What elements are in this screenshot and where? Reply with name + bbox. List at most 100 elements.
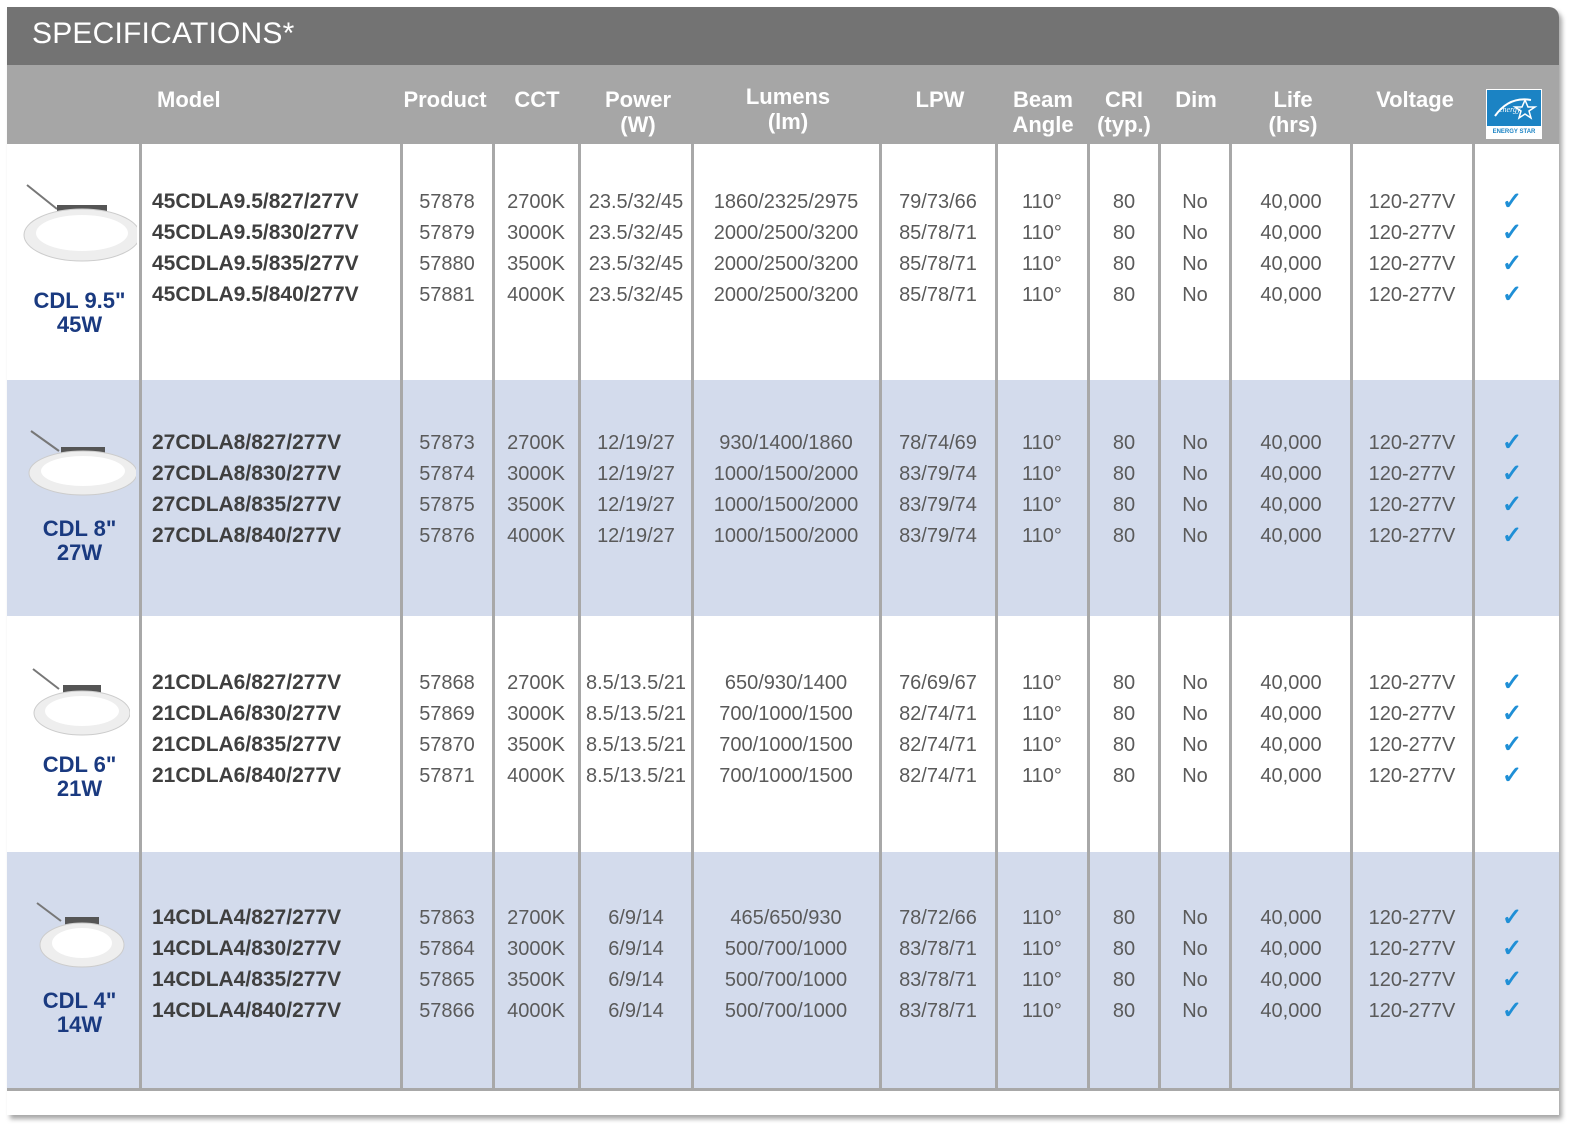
cell-model: 14CDLA4/840/277V xyxy=(152,999,342,1022)
cell-life: 40,000 xyxy=(1260,703,1322,725)
cell-life: 40,000 xyxy=(1260,253,1322,275)
cell-product: 57874 xyxy=(419,463,475,485)
cell-lumens: 1860/2325/2975 xyxy=(713,191,859,213)
cell-cct: 4000K xyxy=(507,525,565,547)
cell-cri: 80 xyxy=(1112,907,1136,929)
title-bar: SPECIFICATIONS* xyxy=(7,7,1559,65)
cell-life: 40,000 xyxy=(1260,672,1322,694)
cell-voltage: 120-277V xyxy=(1368,672,1456,694)
cell-lumens: 700/1000/1500 xyxy=(719,703,853,725)
cell-voltage: 120-277V xyxy=(1368,284,1456,306)
cell-dim: No xyxy=(1182,463,1208,485)
cell-life: 40,000 xyxy=(1260,494,1322,516)
product-size: CDL 9.5" xyxy=(33,288,126,313)
cell-beam: 110° xyxy=(1022,284,1062,306)
product-size: CDL 6" xyxy=(42,752,117,777)
header-life-line1: Life xyxy=(1273,87,1313,112)
cell-beam: 110° xyxy=(1022,969,1062,991)
header-cri-line1: CRI xyxy=(1105,87,1143,112)
cell-voltage: 120-277V xyxy=(1368,938,1456,960)
header-dim: Dim xyxy=(1175,87,1217,112)
cell-dim: No xyxy=(1182,969,1208,991)
cell-beam: 110° xyxy=(1022,938,1062,960)
header-cri-line2: (typ.) xyxy=(1097,112,1151,137)
product-size: CDL 8" xyxy=(42,516,117,541)
cell-power: 12/19/27 xyxy=(597,463,675,485)
column-divider xyxy=(139,144,142,1090)
cell-cri: 80 xyxy=(1112,253,1136,275)
cell-lumens: 500/700/1000 xyxy=(724,969,848,991)
cell-cri: 80 xyxy=(1112,969,1136,991)
cell-cri: 80 xyxy=(1112,938,1136,960)
cell-beam: 110° xyxy=(1022,765,1062,787)
cell-cct: 3000K xyxy=(507,703,565,725)
header-life-line2: (hrs) xyxy=(1268,112,1318,137)
cell-lpw: 82/74/71 xyxy=(899,734,977,756)
cell-product: 57868 xyxy=(419,672,475,694)
cell-voltage: 120-277V xyxy=(1368,907,1456,929)
energy-star-check-icon: ✓ xyxy=(1501,250,1523,277)
cell-lpw: 83/78/71 xyxy=(899,969,977,991)
cell-power: 8.5/13.5/21 xyxy=(585,672,687,694)
product-wattage: 21W xyxy=(56,776,103,801)
energy-star-logo: energy ENERGY STAR xyxy=(1486,89,1542,139)
cell-power: 8.5/13.5/21 xyxy=(585,734,687,756)
cell-life: 40,000 xyxy=(1260,191,1322,213)
cell-cri: 80 xyxy=(1112,525,1136,547)
cell-cri: 80 xyxy=(1112,463,1136,485)
cell-cct: 3500K xyxy=(507,734,565,756)
cell-power: 8.5/13.5/21 xyxy=(585,765,687,787)
cell-dim: No xyxy=(1182,734,1208,756)
cell-dim: No xyxy=(1182,494,1208,516)
header-life: Life (hrs) xyxy=(1234,87,1352,139)
table-bottom-border xyxy=(7,1088,1559,1091)
cell-voltage: 120-277V xyxy=(1368,525,1456,547)
energy-star-check-icon: ✓ xyxy=(1501,188,1523,215)
cell-beam: 110° xyxy=(1022,432,1062,454)
cell-lpw: 83/79/74 xyxy=(899,494,977,516)
cell-beam: 110° xyxy=(1022,672,1062,694)
energy-star-check-icon: ✓ xyxy=(1501,966,1523,993)
cell-life: 40,000 xyxy=(1260,969,1322,991)
cell-lpw: 83/79/74 xyxy=(899,463,977,485)
cell-product: 57865 xyxy=(419,969,475,991)
cell-beam: 110° xyxy=(1022,463,1062,485)
energy-star-check-icon: ✓ xyxy=(1501,935,1523,962)
cell-model: 14CDLA4/835/277V xyxy=(152,968,342,991)
cell-dim: No xyxy=(1182,672,1208,694)
cell-cct: 4000K xyxy=(507,284,565,306)
cell-model: 45CDLA9.5/830/277V xyxy=(152,221,359,244)
energy-star-band: ENERGY STAR xyxy=(1487,126,1541,138)
cell-cri: 80 xyxy=(1112,284,1136,306)
cell-product: 57875 xyxy=(419,494,475,516)
header-power: Power (W) xyxy=(584,87,692,139)
header-beam-line1: Beam xyxy=(1013,87,1073,112)
cell-beam: 110° xyxy=(1022,703,1062,725)
cell-dim: No xyxy=(1182,703,1208,725)
cell-model: 45CDLA9.5/840/277V xyxy=(152,283,359,306)
cell-power: 23.5/32/45 xyxy=(588,222,684,244)
cell-beam: 110° xyxy=(1022,494,1062,516)
cell-lumens: 500/700/1000 xyxy=(724,1000,848,1022)
cell-life: 40,000 xyxy=(1260,938,1322,960)
cell-lumens: 2000/2500/3200 xyxy=(713,253,859,275)
cell-voltage: 120-277V xyxy=(1368,1000,1456,1022)
cell-lumens: 500/700/1000 xyxy=(724,938,848,960)
cell-cri: 80 xyxy=(1112,494,1136,516)
cell-power: 12/19/27 xyxy=(597,525,675,547)
header-cri: CRI (typ.) xyxy=(1090,87,1158,139)
downlight-9-5-image xyxy=(23,184,137,262)
cell-lpw: 85/78/71 xyxy=(899,222,977,244)
product-label: CDL 8" 27W xyxy=(7,517,152,565)
cell-dim: No xyxy=(1182,525,1208,547)
energy-star-icon: energy xyxy=(1494,98,1538,120)
cell-cri: 80 xyxy=(1112,222,1136,244)
cell-beam: 110° xyxy=(1022,907,1062,929)
cell-dim: No xyxy=(1182,1000,1208,1022)
cell-cri: 80 xyxy=(1112,734,1136,756)
cell-voltage: 120-277V xyxy=(1368,734,1456,756)
cell-voltage: 120-277V xyxy=(1368,703,1456,725)
cell-lumens: 2000/2500/3200 xyxy=(713,284,859,306)
product-label: CDL 6" 21W xyxy=(7,753,152,801)
product-wattage: 14W xyxy=(56,1012,103,1037)
